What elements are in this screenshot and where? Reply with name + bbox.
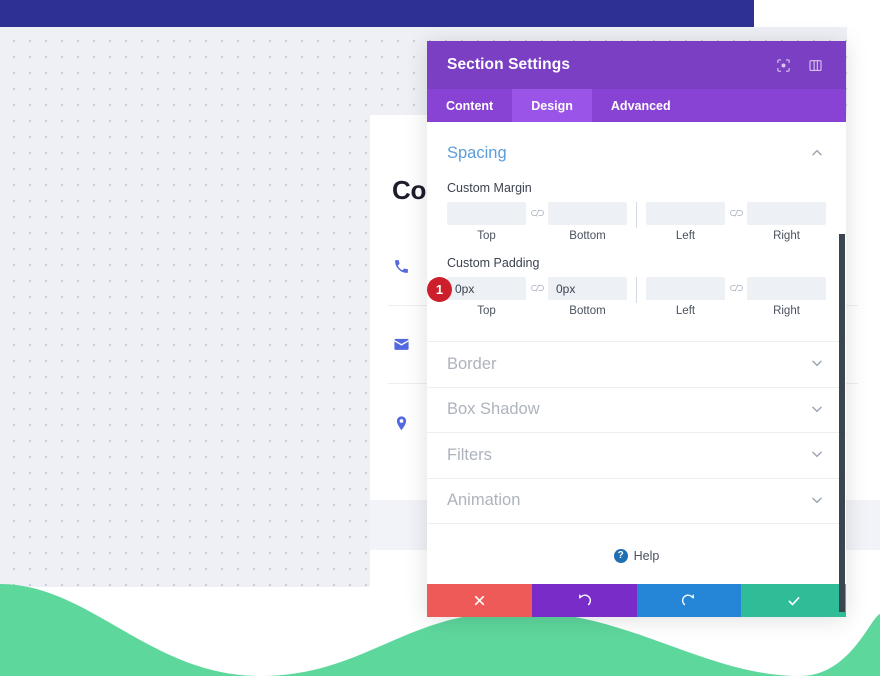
tab-advanced[interactable]: Advanced <box>592 89 690 122</box>
margin-bottom-wrap: Bottom <box>548 202 627 242</box>
margin-right-wrap: Right <box>747 202 826 242</box>
tab-content[interactable]: Content <box>427 89 512 122</box>
margin-top-caption: Top <box>477 230 496 242</box>
margin-left-right-pair: Left Right <box>646 202 826 242</box>
chevron-down-icon[interactable] <box>810 402 826 418</box>
panel-tabs: Content Design Advanced <box>427 89 846 122</box>
padding-top-caption: Top <box>477 305 496 317</box>
link-chain-icon[interactable] <box>526 283 548 293</box>
section-box-shadow[interactable]: Box Shadow <box>427 386 846 433</box>
margin-right-caption: Right <box>773 230 800 242</box>
padding-left-caption: Left <box>675 305 696 317</box>
panel-scroll-content: Spacing Custom Margin Top Bottom Left Ri… <box>427 122 846 583</box>
section-box-shadow-title: Box Shadow <box>447 400 540 419</box>
section-settings-panel: Section Settings Content Design Advanced <box>427 41 846 617</box>
margin-bottom-caption: Bottom <box>569 230 606 242</box>
tab-design[interactable]: Design <box>512 89 592 122</box>
section-border[interactable]: Border <box>427 341 846 387</box>
redo-arrow-icon <box>681 593 696 608</box>
section-border-title: Border <box>447 354 497 373</box>
layout-columns-icon[interactable] <box>804 54 826 76</box>
margin-group-divider <box>636 202 637 228</box>
panel-title: Section Settings <box>447 56 571 73</box>
envelope-icon <box>388 332 414 358</box>
section-filters-title: Filters <box>447 445 492 464</box>
margin-left-wrap: Left <box>646 202 725 242</box>
section-animation-title: Animation <box>447 491 521 510</box>
section-spacing: Spacing Custom Margin Top Bottom Left Ri… <box>427 122 846 341</box>
step-badge: 1 <box>427 277 452 302</box>
question-mark-icon: ? <box>613 549 628 563</box>
margin-top-wrap: Top <box>447 202 526 242</box>
padding-top-bottom-pair: Top Bottom <box>447 277 627 317</box>
custom-padding-label: Custom Padding <box>447 256 540 270</box>
margin-top-input[interactable] <box>447 202 526 225</box>
padding-left-wrap: Left <box>646 277 725 317</box>
padding-top-wrap: Top <box>447 277 526 317</box>
focus-target-icon[interactable] <box>772 54 794 76</box>
section-spacing-header[interactable]: Spacing <box>447 144 826 163</box>
help-link[interactable]: ? Help <box>427 523 846 583</box>
save-button[interactable] <box>741 584 846 617</box>
margin-left-input[interactable] <box>646 202 725 225</box>
panel-footer <box>427 584 846 617</box>
section-animation[interactable]: Animation <box>427 477 846 524</box>
top-right-blank <box>754 0 880 27</box>
padding-left-input[interactable] <box>646 277 725 300</box>
close-x-icon <box>473 594 486 607</box>
padding-bottom-wrap: Bottom <box>548 277 627 317</box>
section-filters[interactable]: Filters <box>427 432 846 478</box>
link-chain-icon[interactable] <box>725 283 747 293</box>
undo-arrow-icon <box>577 593 592 608</box>
undo-button[interactable] <box>531 584 637 617</box>
chevron-down-icon[interactable] <box>810 447 826 463</box>
link-chain-icon[interactable] <box>725 208 747 218</box>
custom-margin-fields: Top Bottom Left Right <box>447 202 826 242</box>
padding-top-input[interactable] <box>447 277 526 300</box>
site-top-bar <box>0 0 754 27</box>
padding-left-right-pair: Left Right <box>646 277 826 317</box>
map-pin-icon <box>388 410 414 436</box>
padding-group-divider <box>636 277 637 303</box>
cancel-button[interactable] <box>427 584 532 617</box>
panel-scrollbar[interactable] <box>839 234 845 612</box>
chevron-down-icon[interactable] <box>810 493 826 509</box>
panel-body: Spacing Custom Margin Top Bottom Left Ri… <box>427 122 846 584</box>
padding-bottom-input[interactable] <box>548 277 627 300</box>
checkmark-icon <box>787 594 801 608</box>
chevron-up-icon[interactable] <box>810 146 826 162</box>
help-label: Help <box>633 549 660 563</box>
chevron-down-icon[interactable] <box>810 356 826 372</box>
phone-icon <box>388 254 414 280</box>
panel-header: Section Settings <box>427 41 846 89</box>
custom-padding-fields: 1 Top <box>427 277 826 317</box>
margin-top-bottom-pair: Top Bottom <box>447 202 627 242</box>
padding-bottom-caption: Bottom <box>569 305 606 317</box>
margin-left-caption: Left <box>675 230 696 242</box>
redo-button[interactable] <box>636 584 742 617</box>
margin-right-input[interactable] <box>747 202 826 225</box>
custom-margin-label: Custom Margin <box>447 181 532 195</box>
section-spacing-title: Spacing <box>447 144 507 162</box>
margin-bottom-input[interactable] <box>548 202 627 225</box>
padding-right-wrap: Right <box>747 277 826 317</box>
link-chain-icon[interactable] <box>526 208 548 218</box>
padding-right-input[interactable] <box>747 277 826 300</box>
padding-right-caption: Right <box>773 305 800 317</box>
